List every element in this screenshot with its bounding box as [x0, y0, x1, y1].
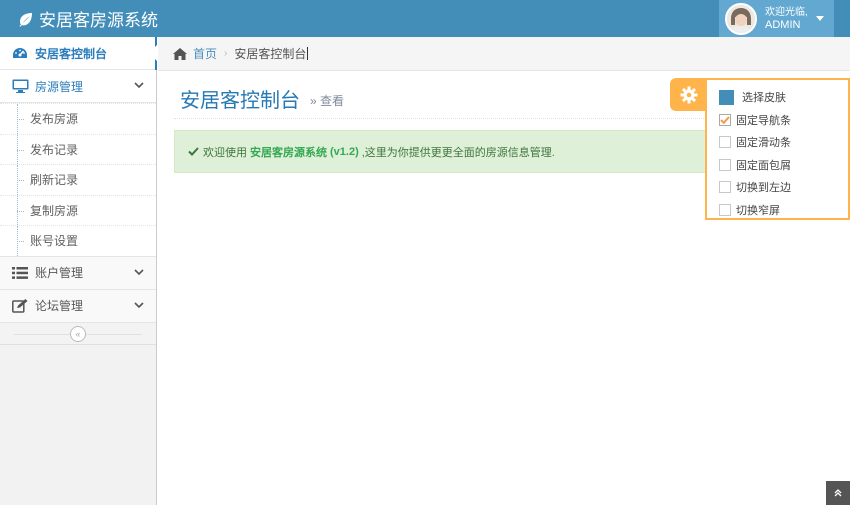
- checkmark-icon: [720, 116, 730, 124]
- option-label: 切换到左边: [736, 182, 791, 195]
- alert-version: (v1.2): [330, 145, 359, 158]
- sidebar-item-dashboard[interactable]: 安居客控制台: [0, 37, 157, 70]
- alert-product: 安居客房源系统: [250, 146, 327, 159]
- submenu-item-label: 发布记录: [30, 142, 79, 157]
- submenu-item-copy-listing[interactable]: 复制房源: [0, 194, 156, 226]
- option-label: 固定滑动条: [736, 137, 791, 150]
- submenu-item-publish[interactable]: 发布房源: [0, 103, 156, 134]
- desktop-icon: [10, 79, 30, 93]
- narrow-screen-checkbox[interactable]: [719, 203, 731, 216]
- alert-prefix: 欢迎使用: [203, 146, 247, 159]
- chevron-down-icon: [134, 82, 144, 89]
- sidebar-item-label: 账户管理: [35, 266, 84, 280]
- submenu-item-label: 发布房源: [30, 112, 79, 127]
- chevron-down-icon: [134, 301, 144, 308]
- user-welcome: 欢迎光临,: [765, 6, 808, 18]
- sidebar-item-label: 论坛管理: [35, 299, 84, 313]
- user-name: ADMIN: [765, 18, 801, 31]
- sidebar-item-accounts[interactable]: 账户管理: [0, 256, 156, 290]
- sidebar-collapse: «: [0, 322, 156, 345]
- leaf-icon: [19, 12, 32, 27]
- breadcrumb-current: 安居客控制台: [234, 47, 307, 61]
- chevron-down-icon: [134, 268, 144, 275]
- submenu-item-refresh-records[interactable]: 刷新记录: [0, 164, 156, 195]
- listings-submenu: 发布房源 发布记录 刷新记录 复制房源 账号设置: [0, 103, 156, 257]
- skin-color-swatch[interactable]: [719, 89, 734, 105]
- submenu-item-publish-records[interactable]: 发布记录: [0, 133, 156, 165]
- rtl-checkbox[interactable]: [719, 181, 731, 194]
- option-label: 切换窄屏: [736, 204, 780, 217]
- submenu-item-label: 账号设置: [30, 234, 79, 249]
- user-menu[interactable]: 欢迎光临, ADMIN: [719, 0, 834, 37]
- list-icon: [10, 266, 30, 279]
- breadcrumb-home[interactable]: 首页: [193, 45, 217, 62]
- submenu-item-label: 复制房源: [30, 203, 79, 218]
- skin-label: 选择皮肤: [742, 92, 786, 105]
- welcome-alert: 欢迎使用 安居客房源系统 (v1.2) ,这里为你提供更更全面的房源信息管理.: [174, 130, 734, 173]
- double-chevron-up-icon: [834, 489, 842, 497]
- option-label: 固定导航条: [736, 114, 791, 127]
- check-icon: [188, 147, 199, 156]
- brand-title: 安居客房源系统: [39, 11, 158, 30]
- option-label: 固定面包屑: [736, 159, 791, 172]
- alert-suffix: ,这里为你提供更更全面的房源信息管理.: [361, 146, 555, 159]
- sidebar-item-label: 房源管理: [35, 79, 84, 94]
- page-title: 安居客控制台: [180, 89, 300, 112]
- option-fixed-breadcrumbs[interactable]: 固定面包屑: [719, 154, 848, 177]
- fixed-sidebar-checkbox[interactable]: [719, 136, 731, 149]
- sidebar-item-label: 安居客控制台: [35, 46, 108, 61]
- sidebar-item-listings[interactable]: 房源管理: [0, 70, 156, 103]
- collapse-sidebar-icon[interactable]: «: [70, 325, 86, 342]
- option-fixed-sidebar[interactable]: 固定滑动条: [719, 131, 848, 154]
- chevron-right-icon: ›: [224, 48, 228, 59]
- settings-panel: 选择皮肤 固定导航条 固定滑动条 固定面包屑 切换到左边 切换窄屏: [705, 78, 850, 220]
- page-subtitle: » 查看: [310, 94, 345, 108]
- page-header: 安居客控制台 » 查看: [174, 78, 704, 119]
- breadcrumb: 首页 › 安居客控制台: [158, 37, 850, 71]
- settings-toggle-button[interactable]: [670, 78, 707, 111]
- fixed-navbar-checkbox[interactable]: [719, 113, 731, 126]
- dashboard-icon: [10, 47, 30, 60]
- brand[interactable]: 安居客房源系统: [18, 0, 158, 37]
- option-fixed-navbar[interactable]: 固定导航条: [719, 109, 848, 132]
- user-info: 欢迎光临, ADMIN: [765, 7, 808, 31]
- submenu-item-account-settings[interactable]: 账号设置: [0, 225, 156, 256]
- edit-icon: [10, 298, 30, 313]
- gear-icon: [680, 86, 697, 103]
- option-rtl[interactable]: 切换到左边: [719, 176, 848, 199]
- scroll-to-top-button[interactable]: [826, 481, 850, 505]
- option-narrow-screen[interactable]: 切换窄屏: [719, 199, 848, 222]
- submenu-item-label: 刷新记录: [30, 173, 79, 188]
- active-indicator: [155, 37, 157, 70]
- fixed-breadcrumbs-checkbox[interactable]: [719, 158, 731, 171]
- text-cursor: [307, 47, 309, 60]
- home-icon: [173, 47, 187, 60]
- top-navbar: 安居客房源系统 欢迎光临, ADMIN: [0, 0, 850, 37]
- sidebar-item-forum[interactable]: 论坛管理: [0, 289, 156, 323]
- sidebar: 安居客控制台 房源管理 发布房源 发布记录 刷新记录 复制房源 账号设置 账户管…: [0, 37, 157, 505]
- caret-down-icon: [816, 16, 824, 21]
- skin-selector[interactable]: 选择皮肤: [719, 86, 848, 109]
- avatar: [725, 2, 757, 35]
